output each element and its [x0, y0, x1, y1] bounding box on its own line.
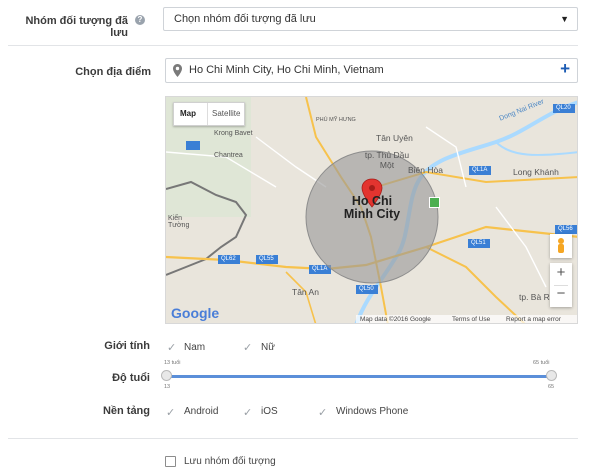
gender-option-female[interactable]: Nữ — [261, 342, 275, 353]
saved-audience-label: Nhóm đối tượng đã lưu — [25, 15, 128, 39]
gender-label: Giới tính — [104, 340, 150, 352]
map-terms-link[interactable]: Terms of Use — [452, 316, 490, 323]
zoom-control[interactable]: + − — [550, 263, 572, 307]
map-place-label: Chantrea — [214, 152, 243, 159]
check-icon[interactable]: ✓ — [166, 406, 175, 419]
road-label: QL1A — [312, 266, 328, 272]
map-center-label: Ho Chi Minh City — [336, 195, 408, 221]
section-divider — [8, 438, 578, 439]
road-label: QL56 — [558, 226, 573, 232]
section-divider — [8, 45, 578, 46]
save-audience-label: Lưu nhóm đối tượng — [184, 456, 276, 467]
check-icon[interactable]: ✓ — [167, 341, 176, 354]
saved-audience-select[interactable]: Chọn nhóm đối tượng đã lưu ▼ — [163, 7, 578, 31]
map-marker-icon — [429, 197, 440, 208]
saved-audience-select-value: Chọn nhóm đối tượng đã lưu — [174, 13, 316, 25]
chevron-down-icon: ▼ — [560, 14, 569, 24]
map-type-satellite-button[interactable]: Satellite — [212, 109, 240, 118]
road-label: QL51 — [471, 240, 486, 246]
check-icon[interactable]: ✓ — [318, 406, 327, 419]
age-min-value: 13 — [164, 384, 171, 390]
map-data-attribution: Map data ©2016 Google — [360, 316, 431, 323]
age-max-value: 65 — [548, 384, 555, 390]
age-max-handle[interactable] — [546, 370, 557, 381]
save-audience-checkbox[interactable] — [165, 456, 176, 467]
road-label: QL1A — [472, 167, 488, 173]
road-label: QL62 — [221, 256, 236, 262]
location-label: Chọn địa điểm — [75, 66, 151, 78]
map-place-label: Kiến Tường — [168, 215, 190, 229]
map-place-label: tp. Thủ Dầu Một — [364, 150, 410, 170]
map-report-error-link[interactable]: Report a map error — [506, 316, 561, 323]
map-place-label: Tân An — [292, 287, 319, 297]
platform-option-android[interactable]: Android — [184, 406, 218, 417]
map-place-label: Biên Hòa — [408, 165, 443, 175]
check-icon[interactable]: ✓ — [243, 341, 252, 354]
road-label: QL55 — [259, 256, 274, 262]
platform-label: Nền tảng — [102, 405, 150, 417]
map-type-map-button[interactable]: Map — [180, 109, 196, 118]
map-type-divider — [207, 103, 208, 125]
platform-option-windows-phone[interactable]: Windows Phone — [336, 406, 408, 417]
map-place-label: Long Khánh — [513, 167, 559, 177]
help-icon[interactable]: ? — [135, 15, 145, 25]
zoom-out-button[interactable]: − — [550, 285, 572, 302]
location-input[interactable]: Ho Chi Minh City, Ho Chi Minh, Vietnam + — [165, 58, 578, 83]
map-type-control[interactable]: Map Satellite — [173, 102, 245, 126]
location-value: Ho Chi Minh City, Ho Chi Minh, Vietnam — [189, 64, 384, 76]
road-label: QL50 — [359, 286, 374, 292]
platform-option-ios[interactable]: iOS — [261, 406, 278, 417]
zoom-in-button[interactable]: + — [550, 264, 572, 281]
add-location-icon[interactable]: + — [560, 59, 570, 79]
pegman-icon[interactable] — [550, 234, 572, 258]
map-center-label-line2: Minh City — [343, 207, 401, 221]
map-place-label: Tân Uyên — [376, 133, 413, 143]
age-slider-track[interactable] — [167, 375, 553, 378]
age-min-top-label: 13 tuổi — [164, 360, 181, 366]
location-map[interactable]: Map Satellite Krong Bavet Chantrea Tân U… — [165, 96, 578, 324]
check-icon[interactable]: ✓ — [243, 406, 252, 419]
map-place-label: Krong Bavet — [214, 130, 253, 137]
road-label: QL20 — [556, 105, 571, 111]
age-max-top-label: 65 tuổi — [533, 360, 550, 366]
map-footer: Map data ©2016 Google Terms of Use Repor… — [356, 315, 577, 323]
age-min-handle[interactable] — [161, 370, 172, 381]
google-logo: Google — [171, 305, 220, 321]
age-label: Độ tuổi — [112, 372, 150, 384]
map-place-label: PHÚ MỸ HƯNG — [316, 117, 356, 123]
gender-option-male[interactable]: Nam — [184, 342, 205, 353]
map-pin-icon — [173, 64, 182, 80]
